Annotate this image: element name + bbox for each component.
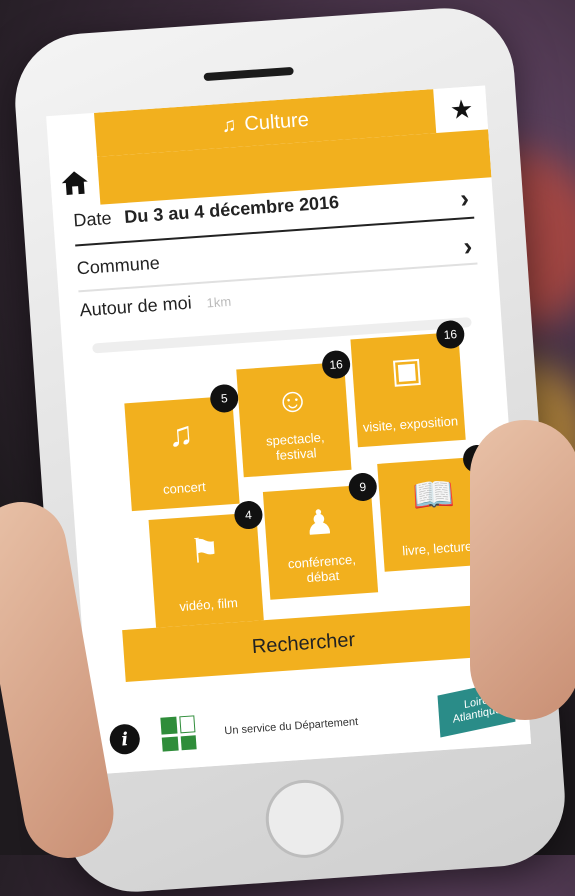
- phone-speaker: [203, 66, 294, 82]
- category-conference[interactable]: 9 ♟ conférence, débat: [262, 472, 379, 600]
- date-label: Date: [72, 207, 113, 231]
- chevron-right-icon: ›: [459, 182, 470, 214]
- category-spectacle[interactable]: 16 ☺ spectacle, festival: [236, 349, 352, 478]
- category-concert[interactable]: 5 ♫ concert: [124, 383, 240, 512]
- category-label: conférence, débat: [287, 552, 357, 585]
- category-label: vidéo, film: [178, 594, 239, 614]
- app-title: Culture: [243, 108, 310, 135]
- count-badge: 4: [233, 500, 264, 531]
- category-video[interactable]: 4 ⚑ vidéo, film: [148, 500, 264, 628]
- apps-grid-icon[interactable]: [160, 715, 197, 752]
- home-icon: [61, 171, 88, 195]
- autour-label: Autour de moi: [79, 292, 193, 321]
- app-screen: ♫ Culture ★ Date Du 3 au 4 décembre 2016…: [46, 85, 532, 775]
- paintings-icon: ▣: [389, 350, 425, 391]
- culture-icon: ♫: [220, 113, 238, 137]
- theatre-masks-icon: ☺: [273, 380, 312, 421]
- count-badge: 5: [209, 383, 240, 414]
- commune-label: Commune: [76, 252, 161, 279]
- app-footer: i Un service du Département Loire Atlant…: [87, 674, 532, 775]
- category-label: spectacle, festival: [265, 429, 325, 463]
- info-icon[interactable]: i: [108, 723, 141, 756]
- chevron-right-icon: ›: [462, 230, 474, 262]
- star-icon: ★: [448, 92, 475, 125]
- music-note-icon: ♫: [166, 414, 195, 455]
- category-visite[interactable]: 16 ▣ visite, exposition: [350, 319, 466, 448]
- favorites-button[interactable]: ★: [435, 85, 489, 133]
- count-badge: 16: [321, 349, 352, 380]
- category-label: concert: [162, 478, 207, 497]
- speaker-podium-icon: ♟: [302, 503, 336, 544]
- distance-value: 1km: [206, 293, 232, 311]
- service-text: Un service du Département: [224, 715, 359, 738]
- film-camera-icon: ⚑: [188, 531, 222, 572]
- count-badge: 9: [347, 472, 378, 502]
- phone-home-button[interactable]: [263, 777, 347, 861]
- home-button[interactable]: [49, 156, 101, 208]
- category-label: visite, exposition: [362, 412, 459, 435]
- hand-fingers: [470, 420, 575, 720]
